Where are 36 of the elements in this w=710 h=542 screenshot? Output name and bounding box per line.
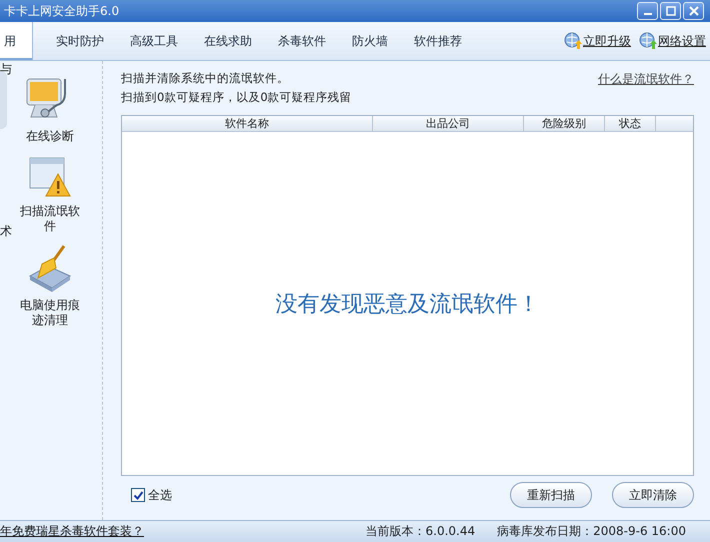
sidebar-item[interactable]: 在线诊断 xyxy=(18,75,82,144)
summary-text: 扫描到0款可疑程序，以及0款可疑程序残留 xyxy=(121,90,352,105)
settings-link[interactable]: 网络设置 xyxy=(639,32,706,50)
select-all-checkbox[interactable]: 全选 xyxy=(131,486,172,504)
column-header[interactable]: 状态 xyxy=(605,116,656,131)
virus-db-date-text: 病毒库发布日期：2008-9-6 16:00 xyxy=(497,523,686,540)
nav-tab[interactable]: 软件推荐 xyxy=(403,22,473,60)
column-header[interactable]: 危险级别 xyxy=(524,116,605,131)
nav-tab[interactable]: 实时防护 xyxy=(45,22,115,60)
close-icon xyxy=(688,6,698,16)
promo-link[interactable]: 年免费瑞星杀毒软件套装？ xyxy=(0,523,144,540)
maximize-icon xyxy=(666,6,676,16)
nav-tab[interactable]: 在线求助 xyxy=(193,22,263,60)
nav-tab[interactable]: 用 xyxy=(0,22,33,60)
sidebar-item[interactable]: 电脑使用痕迹清理 xyxy=(18,244,82,328)
window-title: 卡卡上网安全助手6.0 xyxy=(4,2,120,20)
sidebar-label: 术 xyxy=(0,223,12,240)
upgrade-link[interactable]: 立即升级 xyxy=(564,32,631,50)
version-text: 当前版本：6.0.0.44 xyxy=(366,523,476,540)
empty-message: 没有发现恶意及流氓软件！ xyxy=(276,290,540,318)
sidebar-item[interactable]: 扫描流氓软件 xyxy=(18,154,82,234)
action-button[interactable]: 立即清除 xyxy=(612,482,694,508)
sidebar-label: 与 xyxy=(0,61,12,78)
action-button[interactable]: 重新扫描 xyxy=(510,482,592,508)
nav-tab[interactable]: 高级工具 xyxy=(119,22,189,60)
nav-tab[interactable]: 杀毒软件 xyxy=(267,22,337,60)
intro-text: 扫描并清除系统中的流氓软件。 xyxy=(121,71,290,86)
column-header[interactable]: 出品公司 xyxy=(373,116,524,131)
nav-tab[interactable]: 防火墙 xyxy=(341,22,399,60)
maximize-button[interactable] xyxy=(660,2,681,20)
checkbox[interactable] xyxy=(131,488,145,502)
help-link[interactable]: 什么是流氓软件？ xyxy=(598,71,694,88)
close-button[interactable] xyxy=(683,2,704,20)
minimize-icon xyxy=(644,13,652,15)
column-header[interactable]: 软件名称 xyxy=(122,116,373,131)
minimize-button[interactable] xyxy=(637,2,658,20)
